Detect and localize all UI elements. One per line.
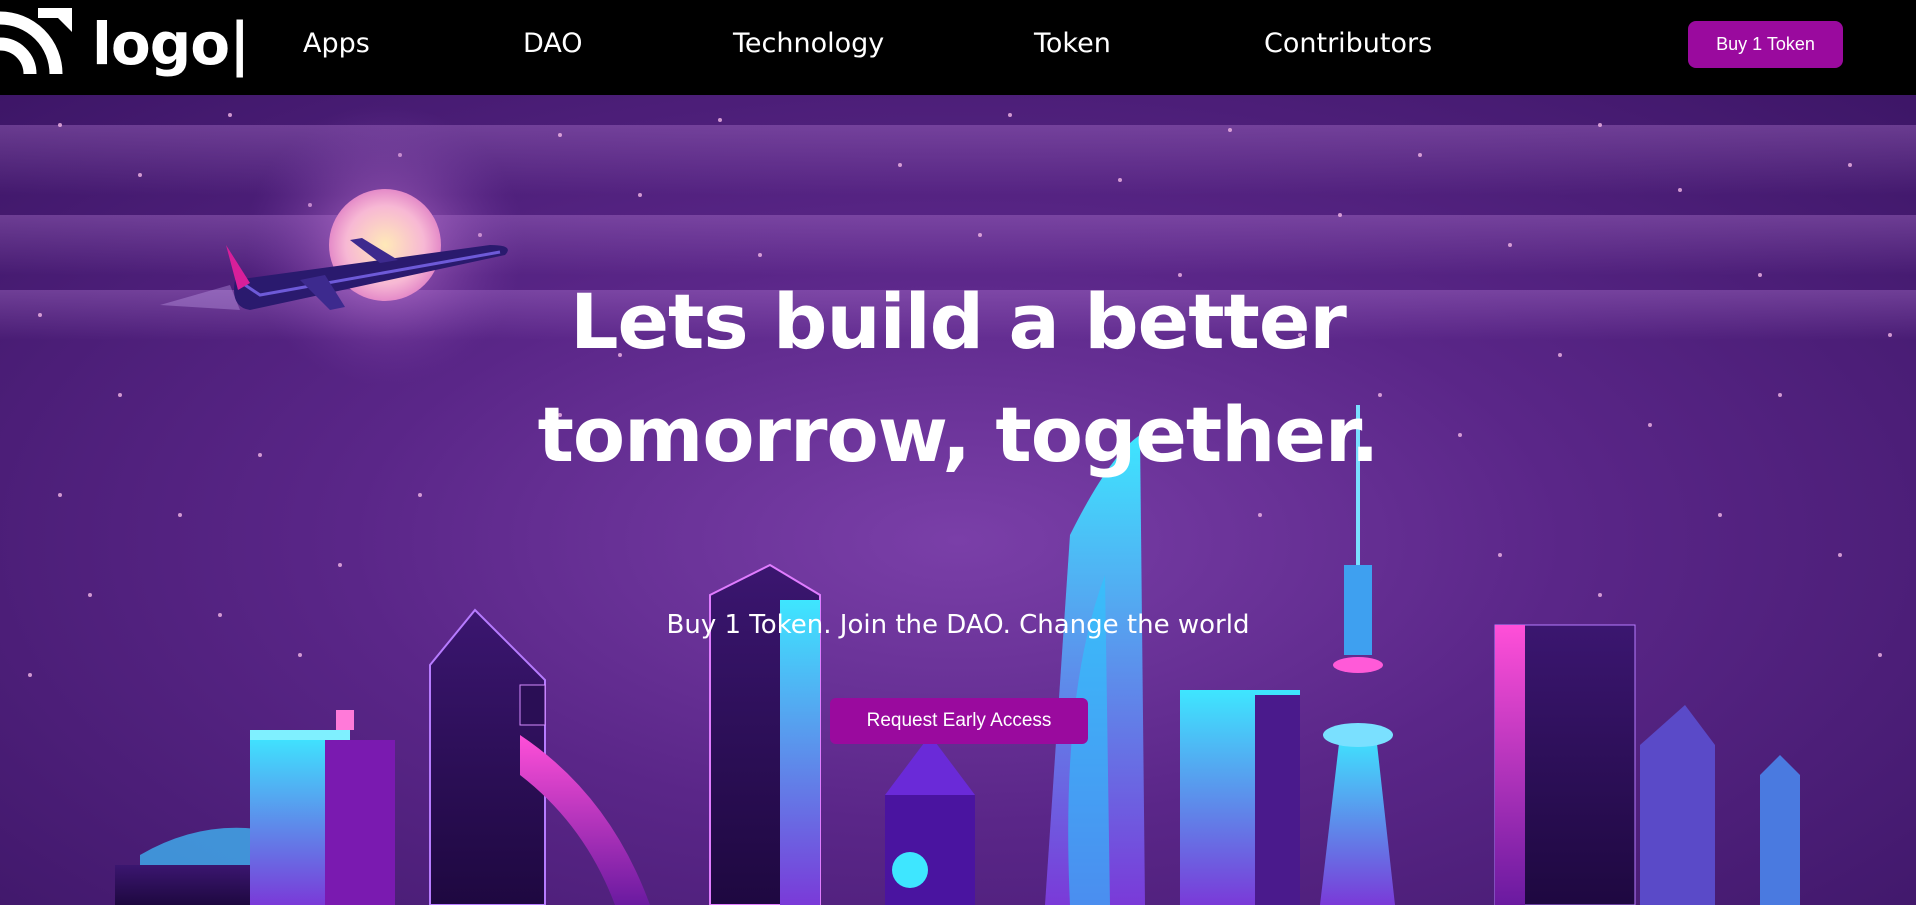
nav-technology[interactable]: Technology — [733, 26, 884, 62]
nav-apps[interactable]: Apps — [303, 26, 370, 62]
buy-token-button[interactable]: Buy 1 Token — [1688, 21, 1843, 68]
nav-dao[interactable]: DAO — [523, 26, 583, 62]
logo-signal-icon — [0, 8, 72, 75]
logo[interactable]: logo| — [0, 4, 250, 84]
city-skyline-illustration — [0, 105, 1916, 905]
logo-text: logo| — [92, 10, 250, 78]
hero-section: Lets build a better tomorrow, together. … — [0, 95, 1916, 905]
nav-token[interactable]: Token — [1034, 26, 1111, 62]
request-early-access-button[interactable]: Request Early Access — [830, 698, 1088, 744]
top-navbar: logo| Apps DAO Technology Token Contribu… — [0, 0, 1916, 95]
hero-tagline: Buy 1 Token. Join the DAO. Change the wo… — [666, 610, 1250, 640]
hero-headline: Lets build a better tomorrow, together. — [537, 277, 1380, 479]
nav-contributors[interactable]: Contributors — [1264, 26, 1432, 62]
